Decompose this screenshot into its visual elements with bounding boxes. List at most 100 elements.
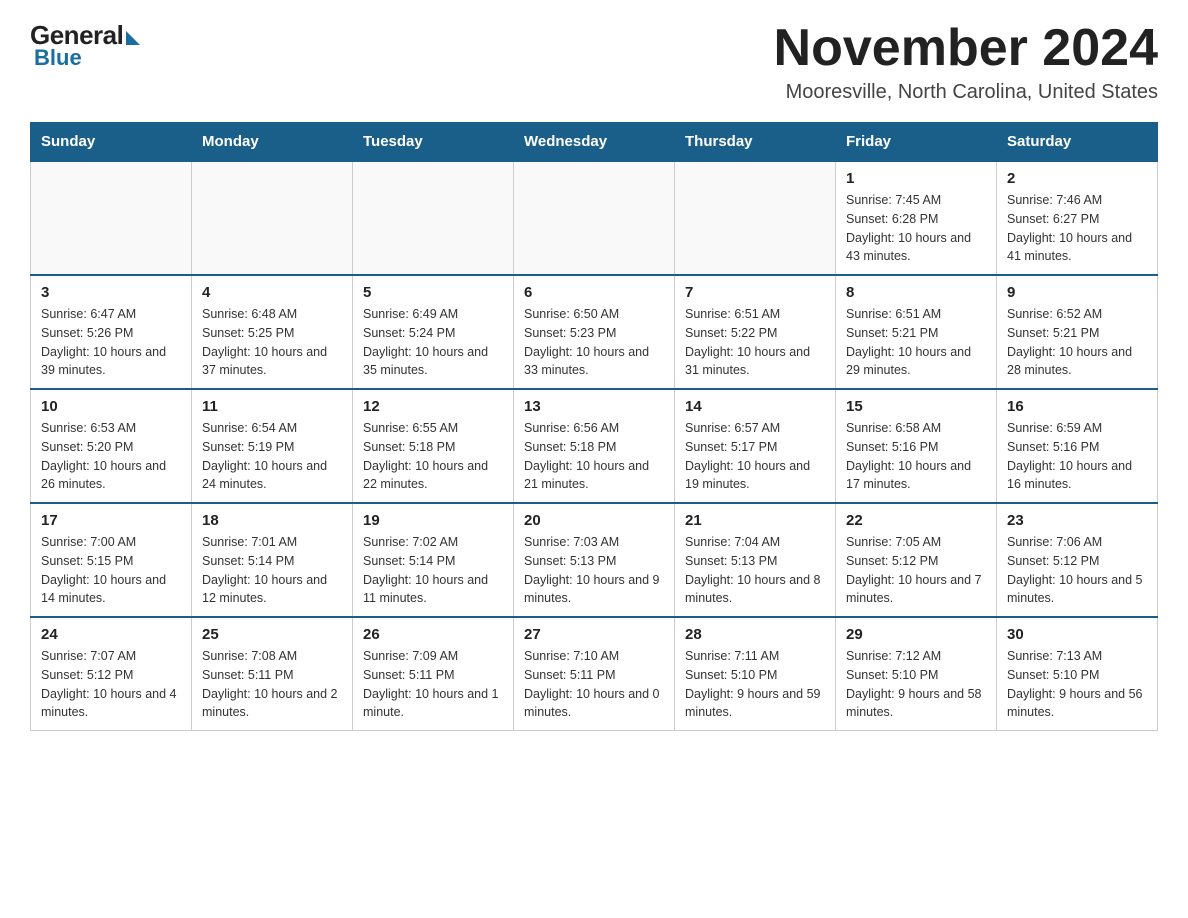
day-number: 19 bbox=[363, 512, 503, 529]
day-number: 15 bbox=[846, 398, 986, 415]
calendar-cell: 28Sunrise: 7:11 AM Sunset: 5:10 PM Dayli… bbox=[675, 617, 836, 731]
calendar-cell: 21 Sunrise: 7:04 AM Sunset: 5:13 PM Dayli… bbox=[675, 503, 836, 617]
day-number: 23 bbox=[1007, 512, 1147, 529]
calendar-cell: 18 Sunrise: 7:01 AM Sunset: 5:14 PM Dayli… bbox=[192, 503, 353, 617]
calendar-cell: 6 Sunrise: 6:50 AM Sunset: 5:23 PM Daylig… bbox=[514, 275, 675, 389]
day-info: Sunrise: 7:01 AM Sunset: 5:14 PM Dayligh… bbox=[202, 533, 342, 608]
day-number: 10 bbox=[41, 398, 181, 415]
day-info: Sunrise: 6:56 AM Sunset: 5:18 PM Dayligh… bbox=[524, 419, 664, 494]
calendar-cell: 5Sunrise: 6:49 AM Sunset: 5:24 PM Daylig… bbox=[353, 275, 514, 389]
calendar-cell bbox=[514, 161, 675, 275]
calendar-cell: 10Sunrise: 6:53 AM Sunset: 5:20 PM Dayli… bbox=[31, 389, 192, 503]
day-info: Sunrise: 6:58 AM Sunset: 5:16 PM Dayligh… bbox=[846, 419, 986, 494]
calendar-cell: 12 Sunrise: 6:55 AM Sunset: 5:18 PM Dayli… bbox=[353, 389, 514, 503]
calendar-cell bbox=[353, 161, 514, 275]
calendar-week-row: 17Sunrise: 7:00 AM Sunset: 5:15 PM Dayli… bbox=[31, 503, 1158, 617]
day-number: 18 bbox=[202, 512, 342, 529]
day-info: Sunrise: 6:51 AM Sunset: 5:22 PM Dayligh… bbox=[685, 305, 825, 380]
calendar-header-tuesday: Tuesday bbox=[353, 123, 514, 162]
calendar-cell: 13Sunrise: 6:56 AM Sunset: 5:18 PM Dayli… bbox=[514, 389, 675, 503]
calendar-cell: 7 Sunrise: 6:51 AM Sunset: 5:22 PM Daylig… bbox=[675, 275, 836, 389]
day-info: Sunrise: 6:47 AM Sunset: 5:26 PM Dayligh… bbox=[41, 305, 181, 380]
calendar-cell: 16 Sunrise: 6:59 AM Sunset: 5:16 PM Dayli… bbox=[997, 389, 1158, 503]
day-info: Sunrise: 6:57 AM Sunset: 5:17 PM Dayligh… bbox=[685, 419, 825, 494]
day-info: Sunrise: 6:48 AM Sunset: 5:25 PM Dayligh… bbox=[202, 305, 342, 380]
calendar-cell: 20Sunrise: 7:03 AM Sunset: 5:13 PM Dayli… bbox=[514, 503, 675, 617]
calendar-cell: 15 Sunrise: 6:58 AM Sunset: 5:16 PM Dayli… bbox=[836, 389, 997, 503]
day-info: Sunrise: 7:46 AM Sunset: 6:27 PM Dayligh… bbox=[1007, 191, 1147, 266]
day-number: 26 bbox=[363, 626, 503, 643]
day-number: 3 bbox=[41, 284, 181, 301]
header: General Blue November 2024 Mooresville, … bbox=[30, 20, 1158, 104]
subtitle: Mooresville, North Carolina, United Stat… bbox=[774, 81, 1158, 104]
day-info: Sunrise: 7:08 AM Sunset: 5:11 PM Dayligh… bbox=[202, 647, 342, 722]
day-info: Sunrise: 6:49 AM Sunset: 5:24 PM Dayligh… bbox=[363, 305, 503, 380]
day-number: 28 bbox=[685, 626, 825, 643]
calendar-cell: 8 Sunrise: 6:51 AM Sunset: 5:21 PM Daylig… bbox=[836, 275, 997, 389]
day-number: 9 bbox=[1007, 284, 1147, 301]
calendar-cell: 22Sunrise: 7:05 AM Sunset: 5:12 PM Dayli… bbox=[836, 503, 997, 617]
title-area: November 2024 Mooresville, North Carolin… bbox=[774, 20, 1158, 104]
calendar-cell bbox=[192, 161, 353, 275]
day-info: Sunrise: 7:05 AM Sunset: 5:12 PM Dayligh… bbox=[846, 533, 986, 608]
day-number: 24 bbox=[41, 626, 181, 643]
day-number: 11 bbox=[202, 398, 342, 415]
day-number: 7 bbox=[685, 284, 825, 301]
calendar-cell: 9 Sunrise: 6:52 AM Sunset: 5:21 PM Daylig… bbox=[997, 275, 1158, 389]
calendar-header-row: SundayMondayTuesdayWednesdayThursdayFrid… bbox=[31, 123, 1158, 162]
day-number: 21 bbox=[685, 512, 825, 529]
day-info: Sunrise: 6:54 AM Sunset: 5:19 PM Dayligh… bbox=[202, 419, 342, 494]
day-info: Sunrise: 6:52 AM Sunset: 5:21 PM Dayligh… bbox=[1007, 305, 1147, 380]
day-number: 8 bbox=[846, 284, 986, 301]
day-info: Sunrise: 7:07 AM Sunset: 5:12 PM Dayligh… bbox=[41, 647, 181, 722]
calendar-cell bbox=[31, 161, 192, 275]
calendar-header-monday: Monday bbox=[192, 123, 353, 162]
calendar-cell: 23 Sunrise: 7:06 AM Sunset: 5:12 PM Dayli… bbox=[997, 503, 1158, 617]
calendar-cell: 19Sunrise: 7:02 AM Sunset: 5:14 PM Dayli… bbox=[353, 503, 514, 617]
day-info: Sunrise: 7:06 AM Sunset: 5:12 PM Dayligh… bbox=[1007, 533, 1147, 608]
day-number: 4 bbox=[202, 284, 342, 301]
logo-blue-text: Blue bbox=[34, 45, 82, 71]
logo: General Blue bbox=[30, 20, 140, 71]
logo-arrow-icon bbox=[126, 31, 140, 45]
day-number: 12 bbox=[363, 398, 503, 415]
day-info: Sunrise: 7:12 AM Sunset: 5:10 PM Dayligh… bbox=[846, 647, 986, 722]
day-info: Sunrise: 7:09 AM Sunset: 5:11 PM Dayligh… bbox=[363, 647, 503, 722]
day-number: 27 bbox=[524, 626, 664, 643]
day-number: 16 bbox=[1007, 398, 1147, 415]
day-info: Sunrise: 7:03 AM Sunset: 5:13 PM Dayligh… bbox=[524, 533, 664, 608]
day-number: 29 bbox=[846, 626, 986, 643]
day-number: 25 bbox=[202, 626, 342, 643]
day-info: Sunrise: 6:59 AM Sunset: 5:16 PM Dayligh… bbox=[1007, 419, 1147, 494]
day-number: 14 bbox=[685, 398, 825, 415]
main-title: November 2024 bbox=[774, 20, 1158, 77]
day-info: Sunrise: 7:45 AM Sunset: 6:28 PM Dayligh… bbox=[846, 191, 986, 266]
day-info: Sunrise: 6:51 AM Sunset: 5:21 PM Dayligh… bbox=[846, 305, 986, 380]
day-info: Sunrise: 7:13 AM Sunset: 5:10 PM Dayligh… bbox=[1007, 647, 1147, 722]
day-number: 2 bbox=[1007, 170, 1147, 187]
calendar-header-sunday: Sunday bbox=[31, 123, 192, 162]
calendar-cell: 2 Sunrise: 7:46 AM Sunset: 6:27 PM Daylig… bbox=[997, 161, 1158, 275]
calendar-week-row: 10Sunrise: 6:53 AM Sunset: 5:20 PM Dayli… bbox=[31, 389, 1158, 503]
calendar-header-thursday: Thursday bbox=[675, 123, 836, 162]
calendar-cell: 27 Sunrise: 7:10 AM Sunset: 5:11 PM Dayli… bbox=[514, 617, 675, 731]
day-number: 6 bbox=[524, 284, 664, 301]
day-number: 17 bbox=[41, 512, 181, 529]
calendar-cell: 30Sunrise: 7:13 AM Sunset: 5:10 PM Dayli… bbox=[997, 617, 1158, 731]
calendar-cell: 3 Sunrise: 6:47 AM Sunset: 5:26 PM Daylig… bbox=[31, 275, 192, 389]
calendar-cell: 26 Sunrise: 7:09 AM Sunset: 5:11 PM Dayli… bbox=[353, 617, 514, 731]
day-info: Sunrise: 6:50 AM Sunset: 5:23 PM Dayligh… bbox=[524, 305, 664, 380]
day-info: Sunrise: 7:10 AM Sunset: 5:11 PM Dayligh… bbox=[524, 647, 664, 722]
day-info: Sunrise: 6:55 AM Sunset: 5:18 PM Dayligh… bbox=[363, 419, 503, 494]
calendar-header-friday: Friday bbox=[836, 123, 997, 162]
calendar-week-row: 24 Sunrise: 7:07 AM Sunset: 5:12 PM Dayli… bbox=[31, 617, 1158, 731]
calendar-cell: 29 Sunrise: 7:12 AM Sunset: 5:10 PM Dayli… bbox=[836, 617, 997, 731]
calendar-header-wednesday: Wednesday bbox=[514, 123, 675, 162]
calendar-cell: 11 Sunrise: 6:54 AM Sunset: 5:19 PM Dayli… bbox=[192, 389, 353, 503]
calendar-week-row: 3 Sunrise: 6:47 AM Sunset: 5:26 PM Daylig… bbox=[31, 275, 1158, 389]
calendar-table: SundayMondayTuesdayWednesdayThursdayFrid… bbox=[30, 122, 1158, 731]
calendar-cell: 25 Sunrise: 7:08 AM Sunset: 5:11 PM Dayli… bbox=[192, 617, 353, 731]
calendar-cell: 1Sunrise: 7:45 AM Sunset: 6:28 PM Daylig… bbox=[836, 161, 997, 275]
day-info: Sunrise: 7:04 AM Sunset: 5:13 PM Dayligh… bbox=[685, 533, 825, 608]
calendar-cell: 17Sunrise: 7:00 AM Sunset: 5:15 PM Dayli… bbox=[31, 503, 192, 617]
